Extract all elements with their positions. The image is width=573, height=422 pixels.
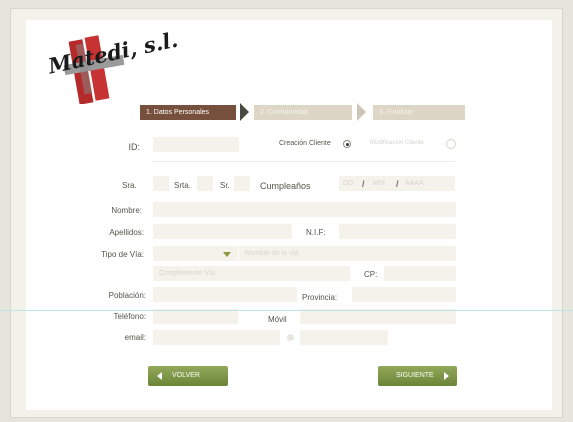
- surname-label: Apellidos:: [109, 228, 144, 237]
- email-at-icon: [287, 334, 294, 341]
- mobile-input[interactable]: [300, 309, 456, 324]
- date-separator: /: [362, 179, 365, 189]
- creation-label: Creación Cliente: [279, 140, 331, 147]
- divider: [152, 161, 455, 162]
- street-name-input[interactable]: Nombre de la vía: [239, 246, 456, 261]
- surname-input[interactable]: [153, 224, 292, 239]
- birthday-yyyy: AAAA: [405, 180, 424, 187]
- sr-checkbox[interactable]: [234, 176, 250, 191]
- sra-label: Sra.: [122, 181, 137, 190]
- back-button[interactable]: VOLVER: [148, 366, 228, 386]
- modify-label: Modificacion Cliente: [370, 140, 424, 146]
- arrow-left-icon: [157, 372, 162, 380]
- arrow-right-icon: [444, 372, 449, 380]
- sr-label: Sr.: [220, 181, 230, 190]
- next-button-label: SIGUIENTE: [396, 372, 434, 379]
- id-label: ID:: [128, 142, 140, 152]
- phone-input[interactable]: [153, 309, 238, 324]
- company-logo: Matedi, s.l.: [44, 24, 180, 104]
- nif-label: N.I.F:: [306, 228, 326, 237]
- back-button-label: VOLVER: [172, 372, 200, 379]
- srta-label: Srta.: [174, 181, 191, 190]
- step-datos-personales[interactable]: 1. Datos Personales: [140, 105, 236, 120]
- modify-radio[interactable]: [446, 139, 456, 149]
- nif-input[interactable]: [339, 224, 456, 239]
- id-input[interactable]: [153, 137, 239, 152]
- street-complement-input[interactable]: Complemento Vía: [153, 266, 350, 281]
- email-input[interactable]: [153, 330, 280, 345]
- street-type-label: Tipo de Vía:: [101, 250, 144, 259]
- name-label: Nombre:: [111, 206, 142, 215]
- email-domain-input[interactable]: [300, 330, 388, 345]
- date-separator: /: [396, 179, 399, 189]
- mobile-label: Móvil: [268, 315, 287, 324]
- city-label: Población:: [108, 291, 146, 300]
- srta-checkbox[interactable]: [197, 176, 213, 191]
- phone-label: Teléfono:: [113, 312, 146, 321]
- email-label: email:: [124, 333, 146, 342]
- creation-radio[interactable]: [343, 140, 351, 148]
- step-finalizar[interactable]: 3. Finalizar: [373, 105, 465, 120]
- cp-label: CP:: [364, 270, 378, 279]
- next-button[interactable]: SIGUIENTE: [378, 366, 457, 386]
- step-arrow-icon: [357, 103, 366, 121]
- guide-line: [0, 310, 573, 311]
- chevron-down-icon[interactable]: [223, 252, 231, 257]
- birthday-dd: DD: [343, 180, 354, 187]
- province-input[interactable]: [352, 287, 456, 302]
- province-label: Provincia:: [302, 293, 338, 302]
- name-input[interactable]: [153, 202, 456, 217]
- step-conformidad[interactable]: 2. Conformidad: [254, 105, 352, 120]
- sra-checkbox[interactable]: [153, 176, 169, 191]
- cp-input[interactable]: [384, 266, 456, 281]
- birthday-label: Cumpleaños: [260, 181, 311, 191]
- city-input[interactable]: [153, 287, 297, 302]
- birthday-mm: MM: [373, 180, 385, 187]
- step-arrow-icon: [240, 103, 249, 121]
